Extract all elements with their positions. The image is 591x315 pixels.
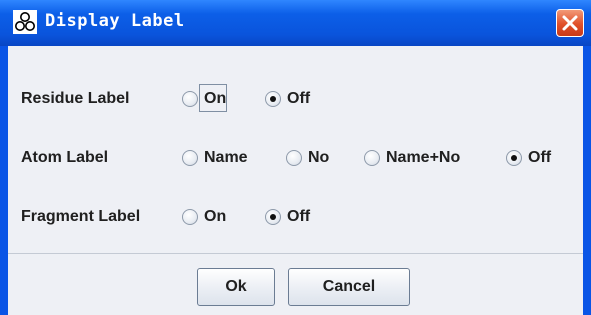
window-title: Display Label: [45, 11, 185, 31]
cancel-button[interactable]: Cancel: [288, 268, 410, 306]
radio-indicator: [265, 209, 281, 225]
button-separator: [8, 253, 583, 254]
close-button[interactable]: [556, 9, 584, 37]
fragment-label-title: Fragment Label: [21, 208, 141, 225]
fragment-label-row: Fragment Label On Off: [8, 204, 583, 234]
radio-indicator: [265, 91, 281, 107]
residue-label-title: Residue Label: [21, 90, 130, 107]
radio-label: Name: [204, 149, 248, 166]
radio-indicator: [506, 150, 522, 166]
radio-label: Off: [287, 90, 311, 107]
radio-label: Off: [287, 208, 311, 225]
ok-button[interactable]: Ok: [197, 268, 275, 306]
dialog-content: Residue Label On Off Atom Label Name No: [8, 46, 583, 315]
radio-indicator: [182, 209, 198, 225]
radio-indicator: [182, 91, 198, 107]
residue-label-row: Residue Label On Off: [8, 84, 583, 116]
radio-label: Off: [528, 149, 552, 166]
molecule-icon: [13, 10, 37, 34]
radio-label: Name+No: [386, 149, 461, 166]
radio-label: No: [308, 149, 330, 166]
dialog-window: Display Label Residue Label On Off Atom …: [0, 0, 591, 315]
atom-label-title: Atom Label: [21, 149, 109, 166]
title-bar[interactable]: Display Label: [0, 0, 591, 46]
radio-indicator: [286, 150, 302, 166]
radio-label: On: [204, 90, 227, 107]
atom-label-row: Atom Label Name No Name+No Off: [8, 145, 583, 175]
radio-label: On: [204, 208, 227, 225]
close-icon: [562, 15, 578, 31]
radio-indicator: [182, 150, 198, 166]
radio-indicator: [364, 150, 380, 166]
